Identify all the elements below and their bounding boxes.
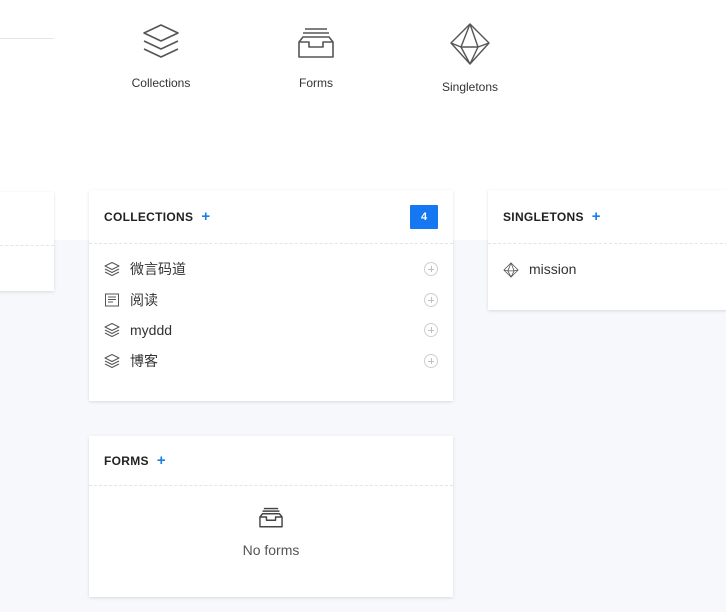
inbox-icon — [298, 28, 334, 58]
collections-header: COLLECTIONS + 4 — [89, 190, 453, 244]
left-panel-partial — [0, 192, 54, 291]
quick-collections[interactable]: Collections — [106, 22, 216, 90]
octahedron-icon — [503, 261, 519, 278]
singletons-title: SINGLETONS — [503, 209, 584, 224]
singletons-header: SINGLETONS + — [488, 190, 726, 244]
collection-name[interactable]: myddd — [130, 322, 172, 338]
add-entry-icon[interactable] — [424, 262, 438, 277]
forms-title: FORMS — [104, 453, 149, 468]
layers-icon — [104, 322, 120, 338]
add-singleton-button[interactable]: + — [592, 209, 601, 224]
list-doc-icon — [104, 292, 120, 308]
collections-panel: COLLECTIONS + 4 微言码道 阅读 myddd 博客 — [89, 190, 453, 401]
collection-name[interactable]: 博客 — [130, 351, 158, 371]
layers-icon — [104, 353, 120, 369]
add-form-button[interactable]: + — [157, 453, 166, 468]
add-entry-icon[interactable] — [424, 292, 438, 307]
forms-panel: FORMS + No forms — [89, 436, 453, 597]
collections-count-badge: 4 — [410, 204, 438, 229]
forms-header: FORMS + — [89, 436, 453, 486]
collection-name[interactable]: 微言码道 — [130, 259, 186, 279]
quick-label: Collections — [131, 76, 191, 90]
forms-empty-state: No forms — [89, 486, 453, 558]
quick-forms[interactable]: Forms — [261, 22, 371, 90]
quick-label: Singletons — [441, 80, 499, 94]
collection-item[interactable]: 微言码道 — [89, 254, 453, 285]
singletons-panel: SINGLETONS + mission — [488, 190, 726, 310]
add-entry-icon[interactable] — [424, 353, 438, 368]
quick-label: Forms — [299, 76, 333, 90]
collection-item[interactable]: myddd — [89, 315, 453, 346]
collection-item[interactable]: 阅读 — [89, 285, 453, 316]
layers-icon — [143, 24, 179, 58]
collection-name[interactable]: 阅读 — [130, 290, 158, 310]
empty-text: No forms — [242, 542, 300, 558]
quick-singletons[interactable]: Singletons — [415, 22, 525, 94]
collection-item[interactable]: 博客 — [89, 346, 453, 377]
divider — [0, 38, 54, 39]
inbox-icon — [259, 507, 283, 528]
add-entry-icon[interactable] — [424, 323, 438, 338]
add-collection-button[interactable]: + — [201, 209, 210, 224]
layers-icon — [104, 261, 120, 277]
octahedron-icon — [450, 23, 490, 65]
singleton-name[interactable]: mission — [529, 261, 576, 277]
collections-title: COLLECTIONS — [104, 209, 194, 224]
singleton-item[interactable]: mission — [488, 254, 726, 285]
